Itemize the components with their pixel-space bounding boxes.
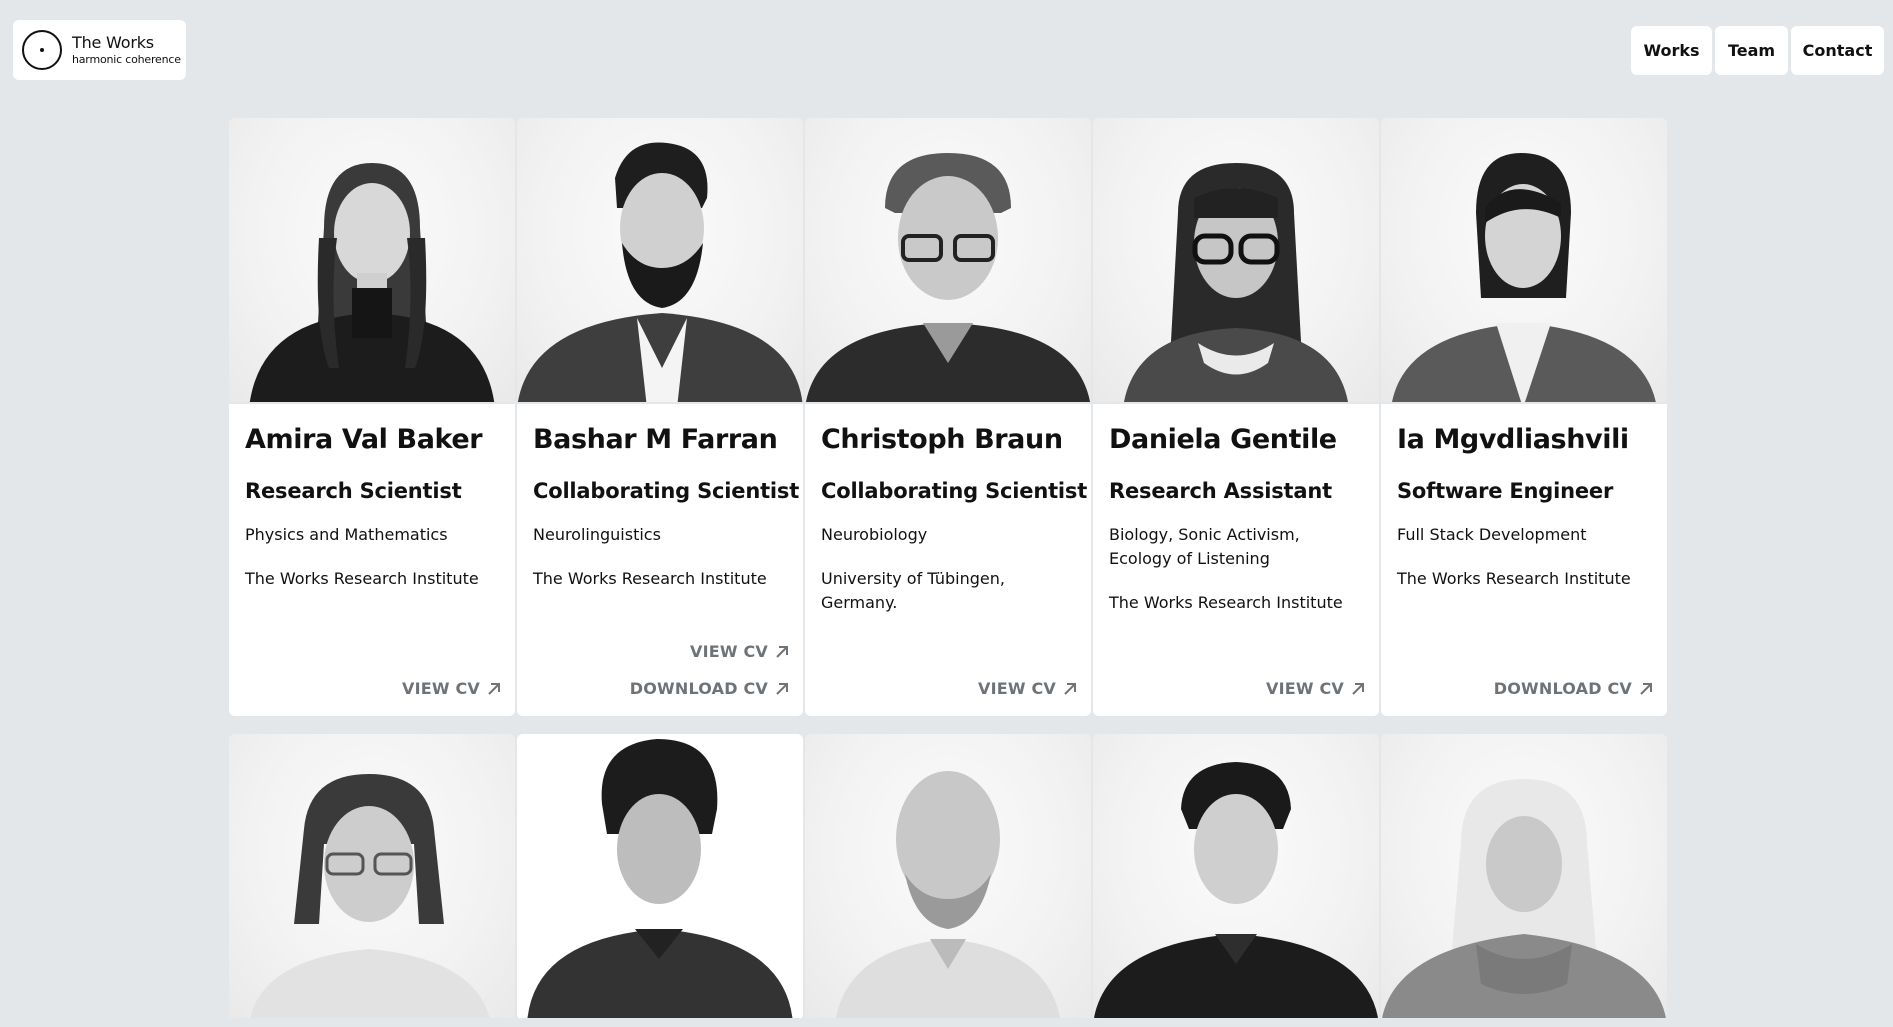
member-field: Neurobiology: [821, 525, 928, 544]
cv-links: VIEW CV: [978, 679, 1077, 698]
portrait-young-man-curly-hair-icon: [527, 739, 793, 1018]
member-institution: University of Tübingen, Germany.: [821, 569, 1005, 612]
member-name: Bashar M Farran: [533, 424, 778, 455]
team-card: [229, 734, 515, 1020]
view-cv-label: VIEW CV: [401, 679, 480, 698]
member-role: Collaborating Scientist: [533, 479, 800, 503]
portrait-man-glasses-long-hair-icon: [250, 774, 490, 1018]
portrait-photo: [1381, 734, 1667, 1020]
portrait-photo: [229, 734, 515, 1020]
card-info: Amira Val Baker Research Scientist Physi…: [229, 404, 515, 716]
portrait-woman-hijab-icon: [1382, 779, 1666, 1018]
member-field: Physics and Mathematics: [245, 525, 448, 544]
member-role: Research Assistant: [1109, 479, 1332, 503]
view-cv-label: VIEW CV: [977, 679, 1056, 698]
nav-works[interactable]: Works: [1631, 26, 1712, 75]
main-nav: Works Team Contact: [1631, 26, 1884, 75]
portrait-bald-man-icon: [836, 771, 1060, 1018]
arrow-up-right-icon: [776, 645, 788, 658]
portrait-photo: [805, 118, 1091, 404]
portrait-photo: [517, 118, 803, 404]
member-field: Neurolinguistics: [533, 525, 661, 544]
member-field: Full Stack Development: [1397, 525, 1587, 544]
member-institution: The Works Research Institute: [245, 569, 479, 588]
view-cv-link[interactable]: VIEW CV: [402, 679, 501, 698]
view-cv-link[interactable]: VIEW CV: [690, 642, 789, 661]
portrait-woman-dark-hair-icon: [1392, 153, 1656, 402]
portrait-woman-glasses-icon: [1124, 163, 1348, 402]
member-role: Research Scientist: [245, 479, 462, 503]
view-cv-link[interactable]: VIEW CV: [978, 679, 1077, 698]
portrait-photo: [1381, 118, 1667, 404]
arrow-up-right-icon: [1640, 682, 1652, 695]
portrait-man-glasses-icon: [806, 153, 1090, 402]
download-cv-label: DOWNLOAD CV: [1493, 679, 1632, 698]
member-role: Software Engineer: [1397, 479, 1614, 503]
member-role: Collaborating Scientist: [821, 479, 1088, 503]
view-cv-label: VIEW CV: [689, 642, 768, 661]
view-cv-link[interactable]: VIEW CV: [1266, 679, 1365, 698]
portrait-woman-long-hair-icon: [249, 163, 495, 402]
member-institution: The Works Research Institute: [1397, 569, 1631, 588]
arrow-up-right-icon: [1352, 682, 1364, 695]
cv-links: DOWNLOAD CV: [1494, 679, 1653, 698]
team-card: [517, 734, 803, 1020]
team-card: [1093, 734, 1379, 1020]
team-card: Daniela Gentile Research Assistant Biolo…: [1093, 118, 1379, 716]
team-card: Ia Mgvdliashvili Software Engineer Full …: [1381, 118, 1667, 716]
team-card: Bashar M Farran Collaborating Scientist …: [517, 118, 803, 716]
portrait-photo: [517, 734, 803, 1020]
member-name: Amira Val Baker: [245, 424, 483, 455]
member-name: Christoph Braun: [821, 424, 1063, 455]
download-cv-link[interactable]: DOWNLOAD CV: [1494, 679, 1653, 698]
portrait-man-beard-icon: [518, 142, 803, 402]
portrait-young-man-polo-icon: [1094, 762, 1378, 1018]
member-name: Ia Mgvdliashvili: [1397, 424, 1629, 455]
team-card: Christoph Braun Collaborating Scientist …: [805, 118, 1091, 716]
download-cv-label: DOWNLOAD CV: [629, 679, 768, 698]
logo[interactable]: The Works harmonic coherence: [13, 20, 186, 80]
logo-text: The Works harmonic coherence: [72, 33, 181, 66]
arrow-up-right-icon: [776, 682, 788, 695]
member-name: Daniela Gentile: [1109, 424, 1337, 455]
card-info: Ia Mgvdliashvili Software Engineer Full …: [1381, 404, 1667, 716]
portrait-photo: [805, 734, 1091, 1020]
card-info: Daniela Gentile Research Assistant Biolo…: [1093, 404, 1379, 716]
team-card: Amira Val Baker Research Scientist Physi…: [229, 118, 515, 716]
member-field: Biology, Sonic Activism, Ecology of List…: [1109, 525, 1300, 568]
cv-links: VIEW CV: [402, 679, 501, 698]
arrow-up-right-icon: [488, 682, 500, 695]
team-card: [1381, 734, 1667, 1020]
view-cv-label: VIEW CV: [1265, 679, 1344, 698]
download-cv-link[interactable]: DOWNLOAD CV: [630, 679, 789, 698]
member-institution: The Works Research Institute: [533, 569, 767, 588]
card-info: Christoph Braun Collaborating Scientist …: [805, 404, 1091, 716]
cv-links: VIEW CV DOWNLOAD CV: [630, 642, 789, 698]
arrow-up-right-icon: [1064, 682, 1076, 695]
cv-links: VIEW CV: [1266, 679, 1365, 698]
portrait-photo: [1093, 734, 1379, 1020]
team-card: [805, 734, 1091, 1020]
team-grid: Amira Val Baker Research Scientist Physi…: [229, 118, 1669, 1020]
logo-title: The Works: [72, 33, 154, 52]
logo-subtitle: harmonic coherence: [72, 53, 181, 66]
nav-team[interactable]: Team: [1715, 26, 1788, 75]
logo-circle-icon: [22, 30, 62, 70]
card-info: Bashar M Farran Collaborating Scientist …: [517, 404, 803, 716]
nav-contact[interactable]: Contact: [1791, 26, 1884, 75]
member-institution: The Works Research Institute: [1109, 593, 1343, 612]
portrait-photo: [229, 118, 515, 404]
portrait-photo: [1093, 118, 1379, 404]
